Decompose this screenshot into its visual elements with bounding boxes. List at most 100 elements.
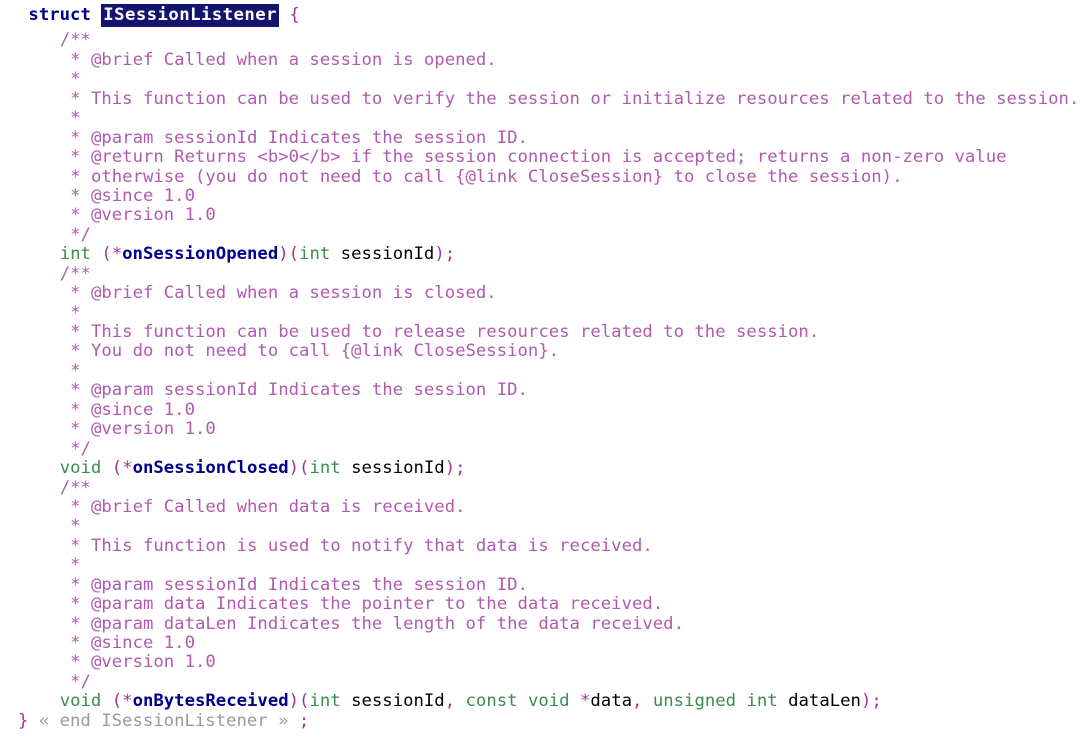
code-line: */ <box>0 225 1080 245</box>
type-token: void <box>59 691 102 712</box>
comment-token: */ <box>70 438 91 459</box>
comment-token: * @version 1.0 <box>70 419 216 440</box>
identifier-token <box>91 244 101 264</box>
code-editor-view[interactable]: struct ISessionListener {/** * @brief Cal… <box>0 0 1080 738</box>
comment-token: * <box>70 555 81 576</box>
fold-end-marker: « end ISessionListener » <box>38 710 289 731</box>
punctuation-token: ); <box>434 244 456 265</box>
code-line: * @version 1.0 <box>0 653 1080 672</box>
code-line: * @since 1.0 <box>0 633 1080 653</box>
identifier-token <box>570 691 580 711</box>
code-line: * <box>0 517 1080 536</box>
code-line: * This function is used to notify that d… <box>0 536 1080 556</box>
code-line: int (*onSessionOpened)(int sessionId); <box>0 245 1080 264</box>
type-token: int <box>59 244 91 265</box>
type-token: int <box>299 244 331 265</box>
code-line: * <box>0 302 1080 323</box>
comment-token: * @version 1.0 <box>70 205 216 226</box>
identifier-token: sessionId <box>351 458 445 479</box>
code-line: * @brief Called when data is received. <box>0 496 1080 517</box>
identifier-token: data <box>590 691 633 712</box>
type-token: const <box>465 691 518 712</box>
comment-token: /** <box>59 477 91 498</box>
punctuation-token: ); <box>860 691 882 712</box>
punctuation-token: ; <box>298 710 310 731</box>
punctuation-token: } <box>18 710 29 731</box>
punctuation-token: )( <box>278 244 300 265</box>
code-line: */ <box>0 671 1080 692</box>
punctuation-token: (* <box>111 691 133 712</box>
code-line: * @return Returns <b>0</b> if the sessio… <box>0 147 1080 168</box>
code-line: /** <box>0 477 1080 498</box>
code-line: void (*onSessionClosed)(int sessionId); <box>0 458 1080 479</box>
code-line: * This function can be used to verify th… <box>0 88 1080 109</box>
comment-token: * @since 1.0 <box>70 633 195 653</box>
identifier-token <box>101 458 111 478</box>
type-token: void <box>59 458 102 479</box>
comment-token: * @param dataLen Indicates the length of… <box>70 613 684 634</box>
comment-token: * You do not need to call {@link CloseSe… <box>70 341 560 362</box>
comment-token: * otherwise (you do not need to call {@l… <box>70 166 903 187</box>
identifier-token <box>28 711 38 731</box>
code-lines-container: struct ISessionListener {/** * @brief Cal… <box>0 0 1080 731</box>
comment-token: * This function can be used to verify th… <box>70 88 1080 109</box>
function-name-token: onBytesReceived <box>132 691 289 712</box>
identifier-token: dataLen <box>788 691 861 712</box>
identifier-token: sessionId <box>340 244 435 265</box>
type-token: void <box>527 691 570 712</box>
identifier-token <box>330 244 340 264</box>
comment-token: * @param sessionId Indicates the session… <box>70 127 528 148</box>
comment-token: * @param data Indicates the pointer to t… <box>70 594 664 615</box>
identifier-token <box>289 711 299 731</box>
type-token: int <box>746 691 778 712</box>
selected-symbol[interactable]: ISessionListener <box>101 4 279 27</box>
identifier-token <box>736 691 746 711</box>
type-token: int <box>309 458 341 479</box>
code-line: * @param sessionId Indicates the session… <box>0 574 1080 595</box>
comment-token: * <box>70 516 81 537</box>
identifier-token: sessionId <box>351 691 445 712</box>
keyword-token: struct <box>28 5 102 25</box>
code-line: * @param dataLen Indicates the length of… <box>0 613 1080 634</box>
identifier-token <box>778 691 788 711</box>
code-line: * <box>0 70 1080 89</box>
comment-token: * <box>70 302 81 323</box>
code-line: } « end ISessionListener » ; <box>0 710 1080 731</box>
comment-token: * @return Returns <b>0</b> if the sessio… <box>70 147 1007 168</box>
type-token: unsigned <box>652 691 737 712</box>
punctuation-token: { <box>289 5 300 25</box>
code-line: struct ISessionListener { <box>0 0 1080 31</box>
code-line: * You do not need to call {@link CloseSe… <box>0 342 1080 361</box>
comment-token: * <box>70 108 81 129</box>
punctuation-token: * <box>580 691 591 712</box>
code-line: * @param data Indicates the pointer to t… <box>0 594 1080 615</box>
punctuation-token: )( <box>288 458 310 479</box>
comment-token: * This function can be used to release r… <box>70 322 820 342</box>
code-line: /** <box>0 31 1080 50</box>
code-line: * @since 1.0 <box>0 399 1080 420</box>
comment-token: * @param sessionId Indicates the session… <box>70 380 528 401</box>
code-line: * otherwise (you do not need to call {@l… <box>0 166 1080 187</box>
code-line: * @param sessionId Indicates the session… <box>0 381 1080 400</box>
comment-token: */ <box>70 671 91 692</box>
comment-token: * @since 1.0 <box>70 399 195 420</box>
code-line: * @version 1.0 <box>0 206 1080 225</box>
comment-token: * @param sessionId Indicates the session… <box>70 574 528 595</box>
code-line: * This function can be used to release r… <box>0 322 1080 342</box>
punctuation-token: , <box>632 691 653 712</box>
identifier-token <box>279 5 289 25</box>
code-line: * @brief Called when a session is closed… <box>0 283 1080 304</box>
comment-token: /** <box>59 30 91 51</box>
punctuation-token: )( <box>288 691 310 712</box>
punctuation-token: (* <box>101 244 123 265</box>
comment-token: * @brief Called when data is received. <box>70 496 466 517</box>
code-line: * @param sessionId Indicates the session… <box>0 127 1080 148</box>
code-line: /** <box>0 264 1080 284</box>
comment-token: * @brief Called when a session is closed… <box>70 283 497 304</box>
punctuation-token: ); <box>444 458 466 479</box>
identifier-token <box>341 458 351 478</box>
code-line: * <box>0 361 1080 381</box>
comment-token: * @brief Called when a session is opened… <box>70 49 497 70</box>
punctuation-token: (* <box>111 458 133 479</box>
code-line: * <box>0 108 1080 129</box>
